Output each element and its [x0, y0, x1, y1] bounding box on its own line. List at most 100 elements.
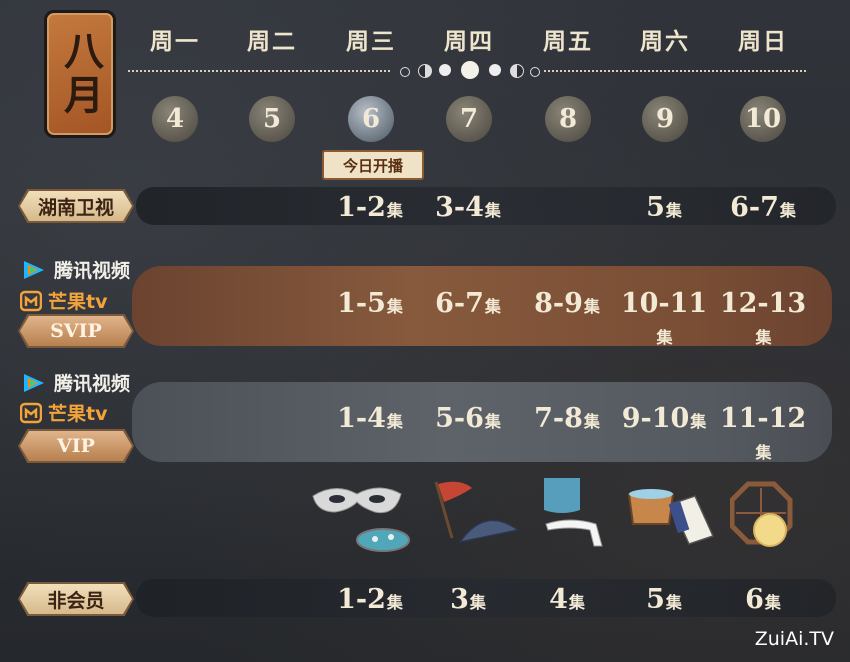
month-seal: 八月 — [44, 10, 116, 138]
date-circle: 8 — [545, 96, 591, 142]
date-circle: 4 — [152, 96, 198, 142]
episode-unit: 集 — [583, 412, 600, 431]
moon-phase-icon — [489, 64, 501, 76]
episode-unit: 集 — [386, 297, 403, 316]
episode-cell-svip: 6-7集 — [418, 288, 518, 319]
weekday-mon: 周一 — [150, 28, 200, 55]
full-moon-icon — [461, 61, 479, 79]
window-icon — [730, 481, 793, 547]
platform-label: 芒果tv — [48, 403, 108, 425]
episode-cell-svip: 8-9集 — [517, 288, 617, 319]
episode-range: 6-7 — [435, 288, 484, 319]
episode-cell-vip: 5-6集 — [418, 403, 518, 434]
episode-range: 1-5 — [337, 288, 386, 319]
episode-range: 5-6 — [435, 403, 484, 434]
episode-unit: 集 — [764, 593, 781, 612]
episode-unit: 集 — [690, 412, 707, 431]
episode-unit: 集 — [484, 297, 501, 316]
moon-phase-icon — [418, 64, 432, 78]
today-premiere-tag: 今日开播 — [322, 150, 424, 180]
episode-range: 3 — [450, 584, 469, 615]
episode-range: 10-11 — [620, 288, 708, 319]
veil-icon — [544, 478, 603, 547]
episode-unit: 集 — [568, 593, 585, 612]
date-circle: 10 — [740, 96, 786, 142]
episode-cell-svip: 1-5集 — [320, 288, 420, 319]
episode-range: 5 — [646, 192, 665, 223]
tencent-video-icon — [24, 373, 44, 392]
moon-phase-icon — [510, 64, 524, 78]
vip-row-label: VIP — [20, 431, 132, 461]
pond-icon — [356, 528, 410, 552]
episode-cell-tv: 3-4集 — [418, 192, 518, 223]
episode-unit: 集 — [755, 443, 772, 462]
episode-unit: 集 — [484, 412, 501, 431]
episode-unit: 集 — [386, 593, 403, 612]
tub-icon — [627, 489, 715, 545]
episode-range: 5 — [646, 584, 665, 615]
book-icon — [668, 495, 715, 545]
episode-range: 7-8 — [534, 403, 583, 434]
episode-cell-free: 6集 — [713, 584, 813, 615]
tencent-video-brand: 腾讯视频 — [20, 256, 130, 283]
episode-unit: 集 — [583, 297, 600, 316]
episode-unit: 集 — [469, 593, 486, 612]
episode-cell-vip: 11-12 集 — [713, 403, 813, 465]
weekday-sun: 周日 — [738, 28, 788, 55]
date-circle: 7 — [446, 96, 492, 142]
episode-cell-free: 3集 — [418, 584, 518, 615]
moon-phase-icon — [439, 64, 451, 76]
weekday-tue: 周二 — [247, 28, 297, 55]
tv-row-label: 湖南卫视 — [20, 191, 132, 221]
episode-cell-vip: 1-4集 — [320, 403, 420, 434]
episode-cell-tv: 5集 — [614, 192, 714, 223]
episode-unit: 集 — [665, 593, 682, 612]
divider-right — [544, 70, 806, 72]
weekday-sat: 周六 — [640, 28, 690, 55]
episode-cell-svip: 10-11 集 — [614, 288, 714, 350]
weekday-fri: 周五 — [543, 28, 593, 55]
mango-tv-brand: 芒果tv — [20, 399, 107, 426]
episode-unit: 集 — [386, 412, 403, 431]
divider-left — [128, 70, 390, 72]
episode-range: 1-2 — [337, 584, 386, 615]
episode-unit: 集 — [656, 328, 673, 347]
episode-range: 9-10 — [621, 403, 690, 434]
month-label: 八月 — [57, 30, 104, 118]
episode-cell-vip: 7-8集 — [517, 403, 617, 434]
episode-range: 4 — [549, 584, 568, 615]
mask-icon — [312, 487, 410, 552]
episode-unit: 集 — [779, 201, 796, 220]
episode-cell-svip: 12-13 集 — [713, 288, 813, 350]
platform-label: 芒果tv — [48, 291, 108, 313]
date-circle: 9 — [642, 96, 688, 142]
episode-cell-free: 1-2集 — [320, 584, 420, 615]
platform-label: 腾讯视频 — [54, 260, 131, 282]
moon-phase-icon — [530, 67, 540, 77]
episode-range: 1-2 — [337, 192, 386, 223]
episode-range: 8-9 — [534, 288, 583, 319]
episode-unit: 集 — [665, 201, 682, 220]
weekday-thu: 周四 — [444, 28, 494, 55]
episode-range: 6-7 — [730, 192, 779, 223]
episode-unit: 集 — [755, 328, 772, 347]
platform-label: 腾讯视频 — [54, 373, 131, 395]
episode-range: 3-4 — [435, 192, 484, 223]
episode-cell-vip: 9-10集 — [614, 403, 714, 434]
fan-icon — [458, 519, 520, 544]
episode-range: 1-4 — [337, 403, 386, 434]
free-row-label: 非会员 — [20, 584, 132, 614]
watermark: ZuiAi.TV — [754, 628, 834, 650]
episode-range: 12-13 — [719, 288, 807, 319]
blindfold-icon — [545, 519, 603, 547]
episode-cell-free: 5集 — [614, 584, 714, 615]
episode-cell-tv: 1-2集 — [320, 192, 420, 223]
svip-row-label: SVIP — [20, 316, 132, 346]
mango-tv-brand: 芒果tv — [20, 287, 107, 314]
episode-unit: 集 — [386, 201, 403, 220]
episode-unit: 集 — [484, 201, 501, 220]
weekday-wed: 周三 — [346, 28, 396, 55]
tencent-video-icon — [24, 260, 44, 279]
date-circle-today: 6 — [348, 96, 394, 142]
episode-cell-tv: 6-7集 — [713, 192, 813, 223]
